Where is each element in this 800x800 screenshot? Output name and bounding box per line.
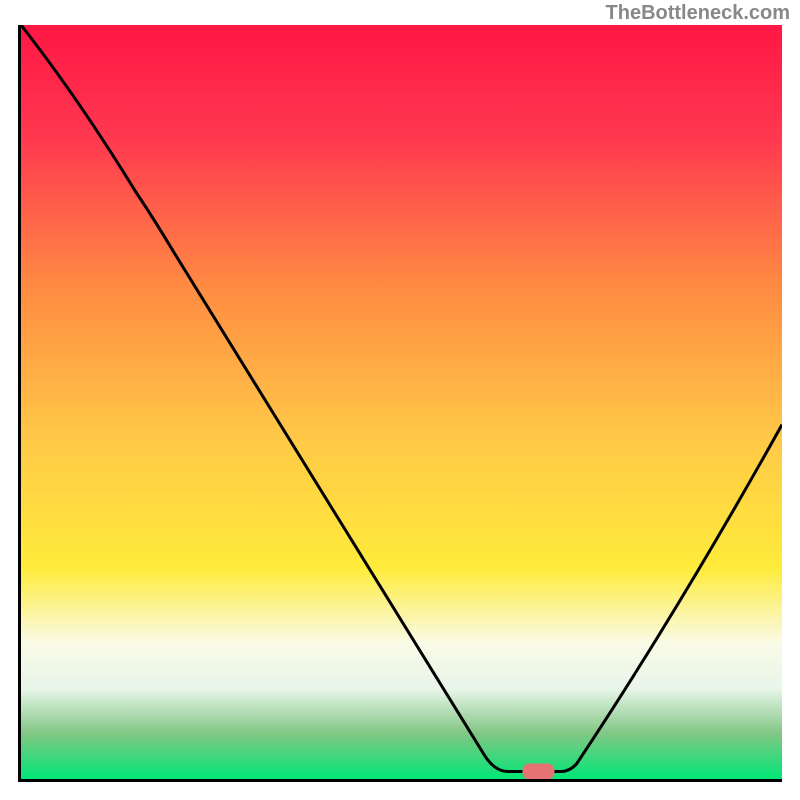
chart-svg	[21, 25, 782, 779]
chart-container: TheBottleneck.com	[0, 0, 800, 800]
gradient-background	[21, 25, 782, 779]
optimal-marker	[522, 763, 554, 779]
plot-area	[18, 25, 782, 782]
watermark-text: TheBottleneck.com	[606, 2, 790, 25]
